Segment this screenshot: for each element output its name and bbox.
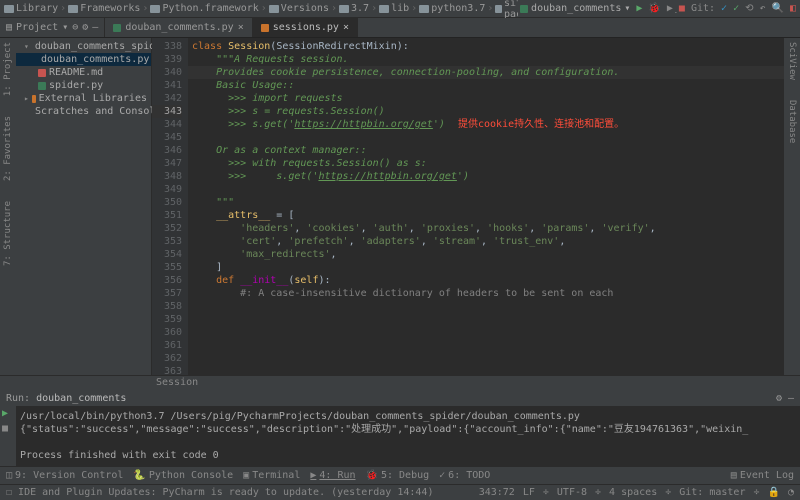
git-update-icon[interactable]: ✓ (721, 3, 727, 14)
git-label: Git: (691, 3, 715, 14)
status-message[interactable]: ☐ IDE and Plugin Updates: PyCharm is rea… (6, 487, 433, 498)
run-config-selector[interactable]: douban_comments ▾ (520, 3, 630, 14)
close-icon[interactable]: × (343, 22, 349, 33)
gear-icon[interactable]: ⚙ (82, 22, 88, 33)
stop-button[interactable]: ■ (679, 3, 685, 14)
hide-icon[interactable]: — (788, 393, 794, 404)
bottom-tool-bar: ◫ 9: Version Control 🐍 Python Console ▣ … (0, 466, 800, 484)
tab-sessions[interactable]: sessions.py× (253, 18, 358, 37)
translation-annotation: 提供cookie持久性、连接池和配置。 (458, 118, 624, 131)
project-tool-header[interactable]: ▤Project▾ ⊖ ⚙ — (0, 18, 105, 37)
run-tool[interactable]: ▶ 4: Run (310, 470, 355, 481)
favorites-tool-button[interactable]: 2: Favorites (3, 116, 13, 181)
python-file-icon (261, 24, 269, 32)
run-panel: Run: douban_comments⚙— ▶ ■ /usr/local/bi… (0, 389, 800, 466)
hide-icon[interactable]: — (92, 22, 98, 33)
debug-tool[interactable]: 🐞 5: Debug (366, 470, 430, 481)
database-tool-button[interactable]: Database (787, 100, 797, 143)
folder-icon (495, 5, 502, 13)
editor-breadcrumb[interactable]: Session (0, 375, 800, 389)
right-tool-strip: SciView Database (784, 38, 800, 375)
tab-bar: ▤Project▾ ⊖ ⚙ — douban_comments.py× sess… (0, 18, 800, 38)
tree-external-libs[interactable]: ▸External Libraries (16, 92, 151, 105)
ide-notify-icon[interactable]: ◔ (788, 487, 794, 498)
tree-file[interactable]: douban_comments.py (16, 53, 151, 66)
run-toolbar: ▶ ■ (0, 406, 16, 466)
python-file-icon (38, 82, 46, 90)
breadcrumb-toolbar: Library› Frameworks› Python.framework› V… (0, 0, 800, 18)
rerun-button[interactable]: ▶ (0, 406, 16, 421)
indent-setting[interactable]: 4 spaces (609, 487, 657, 498)
python-file-icon (520, 5, 528, 13)
debug-button[interactable]: 🐞 (648, 3, 660, 14)
code-area[interactable]: 提供cookie持久性、连接池和配置。 class Session(Sessio… (188, 38, 784, 375)
lock-icon[interactable]: 🔒 (768, 487, 780, 498)
git-history-icon[interactable]: ⟲ (745, 3, 753, 14)
git-branch[interactable]: Git: master (679, 487, 745, 498)
run-more-button[interactable]: ▶̣ (667, 3, 673, 14)
folder-icon (68, 5, 78, 13)
console-output[interactable]: /usr/local/bin/python3.7 /Users/pig/Pych… (16, 406, 800, 466)
folder-icon (269, 5, 279, 13)
event-log-tool[interactable]: ▤ Event Log (731, 470, 794, 481)
gutter[interactable]: 3383393403413423433443453463473483493503… (152, 38, 188, 375)
editor[interactable]: 3383393403413423433443453463473483493503… (152, 38, 784, 375)
tree-file[interactable]: spider.py (16, 79, 151, 92)
git-commit-icon[interactable]: ✓ (733, 3, 739, 14)
tab-douban-comments[interactable]: douban_comments.py× (105, 18, 252, 37)
folder-icon (150, 5, 160, 13)
run-panel-header[interactable]: Run: douban_comments⚙— (0, 390, 800, 406)
version-control-tool[interactable]: ◫ 9: Version Control (6, 470, 123, 481)
file-encoding[interactable]: UTF-8 (557, 487, 587, 498)
python-file-icon (113, 24, 121, 32)
structure-tool-button[interactable]: 7: Structure (3, 201, 13, 266)
folder-icon (339, 5, 349, 13)
terminal-tool[interactable]: ▣ Terminal (243, 470, 300, 481)
markdown-icon (38, 69, 46, 77)
status-bar: ☐ IDE and Plugin Updates: PyCharm is rea… (0, 484, 800, 500)
tree-file[interactable]: README.md (16, 66, 151, 79)
tree-scratches[interactable]: Scratches and Consoles (16, 105, 151, 118)
todo-tool[interactable]: ✓ 6: TODO (439, 470, 490, 481)
cursor-position[interactable]: 343:72 (479, 487, 515, 498)
search-icon[interactable]: 🔍 (772, 3, 784, 14)
breadcrumb[interactable]: Library› Frameworks› Python.framework› V… (4, 0, 518, 20)
line-separator[interactable]: LF (523, 487, 535, 498)
project-tool-button[interactable]: 1: Project (3, 42, 13, 96)
gear-icon[interactable]: ⚙ (776, 393, 782, 404)
sciview-tool-button[interactable]: SciView (787, 42, 797, 80)
python-console-tool[interactable]: 🐍 Python Console (133, 470, 233, 481)
close-icon[interactable]: × (238, 22, 244, 33)
collapse-all-icon[interactable]: ⊖ (72, 22, 78, 33)
stop-button[interactable]: ■ (0, 421, 16, 436)
folder-icon (379, 5, 389, 13)
toolbar-right: douban_comments ▾ ▶ 🐞 ▶̣ ■ Git: ✓ ✓ ⟲ ↶ … (520, 3, 796, 14)
left-tool-strip: 1: Project 2: Favorites 7: Structure (0, 38, 16, 375)
cmdb-icon[interactable]: ◧ (790, 3, 796, 14)
folder-icon (4, 5, 14, 13)
tree-root[interactable]: ▾douban_comments_spide (16, 40, 151, 53)
run-button[interactable]: ▶ (636, 3, 642, 14)
git-revert-icon[interactable]: ↶ (759, 3, 765, 14)
library-icon (32, 95, 36, 103)
folder-icon (419, 5, 429, 13)
project-tree[interactable]: ▾douban_comments_spide douban_comments.p… (16, 38, 152, 375)
